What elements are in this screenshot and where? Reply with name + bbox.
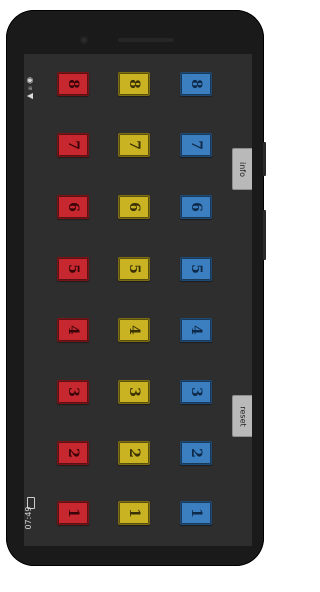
card-number: 3: [65, 387, 81, 397]
status-icons: ▲ ᵢₗₗ ◉: [25, 76, 34, 100]
card-number: 8: [188, 79, 204, 89]
card-yellow-2[interactable]: 2: [118, 441, 150, 465]
card-red-3[interactable]: 3: [57, 380, 89, 404]
card-number: 3: [126, 387, 142, 397]
card-blue-2[interactable]: 2: [180, 441, 212, 465]
app-screen: ▲ ᵢₗₗ ◉ 07:49 8 8 8 7 7 7 6 6 6 5 5 5 4 …: [24, 54, 252, 546]
card-red-8[interactable]: 8: [57, 72, 89, 96]
card-number: 5: [188, 264, 204, 274]
status-bar: ▲ ᵢₗₗ ◉ 07:49: [24, 54, 38, 546]
reset-button[interactable]: reset: [232, 395, 252, 437]
card-yellow-5[interactable]: 5: [118, 257, 150, 281]
card-blue-8[interactable]: 8: [180, 72, 212, 96]
card-number: 2: [188, 448, 204, 458]
card-number: 2: [65, 448, 81, 458]
card-number: 5: [126, 264, 142, 274]
card-blue-1[interactable]: 1: [180, 501, 212, 525]
front-camera-icon: [80, 36, 88, 44]
card-yellow-1[interactable]: 1: [118, 501, 150, 525]
card-blue-3[interactable]: 3: [180, 380, 212, 404]
card-number: 8: [126, 79, 142, 89]
status-time: 07:49: [24, 506, 33, 530]
power-button: [263, 210, 266, 260]
card-number: 4: [126, 325, 142, 335]
info-button-label: info: [238, 161, 248, 177]
info-button[interactable]: info: [232, 148, 252, 190]
card-number: 4: [188, 325, 204, 335]
reset-button-label: reset: [238, 405, 248, 427]
card-number: 7: [126, 140, 142, 150]
card-red-2[interactable]: 2: [57, 441, 89, 465]
card-number: 8: [65, 79, 81, 89]
card-number: 7: [65, 140, 81, 150]
card-red-4[interactable]: 4: [57, 318, 89, 342]
card-number: 7: [188, 140, 204, 150]
card-red-6[interactable]: 6: [57, 195, 89, 219]
card-number: 5: [65, 264, 81, 274]
card-number: 1: [65, 508, 81, 518]
card-yellow-6[interactable]: 6: [118, 195, 150, 219]
card-number: 3: [188, 387, 204, 397]
card-red-5[interactable]: 5: [57, 257, 89, 281]
phone-frame: ▲ ᵢₗₗ ◉ 07:49 8 8 8 7 7 7 6 6 6 5 5 5 4 …: [6, 10, 266, 566]
card-blue-7[interactable]: 7: [180, 133, 212, 157]
card-yellow-4[interactable]: 4: [118, 318, 150, 342]
card-number: 1: [188, 508, 204, 518]
card-number: 6: [65, 202, 81, 212]
card-blue-4[interactable]: 4: [180, 318, 212, 342]
card-yellow-7[interactable]: 7: [118, 133, 150, 157]
card-number: 4: [65, 325, 81, 335]
card-yellow-8[interactable]: 8: [118, 72, 150, 96]
card-blue-5[interactable]: 5: [180, 257, 212, 281]
card-yellow-3[interactable]: 3: [118, 380, 150, 404]
card-red-1[interactable]: 1: [57, 501, 89, 525]
card-number: 6: [188, 202, 204, 212]
card-blue-6[interactable]: 6: [180, 195, 212, 219]
card-number: 2: [126, 448, 142, 458]
volume-button: [263, 142, 266, 176]
card-number: 1: [126, 508, 142, 518]
card-red-7[interactable]: 7: [57, 133, 89, 157]
card-number: 6: [126, 202, 142, 212]
earpiece-speaker: [118, 38, 174, 42]
